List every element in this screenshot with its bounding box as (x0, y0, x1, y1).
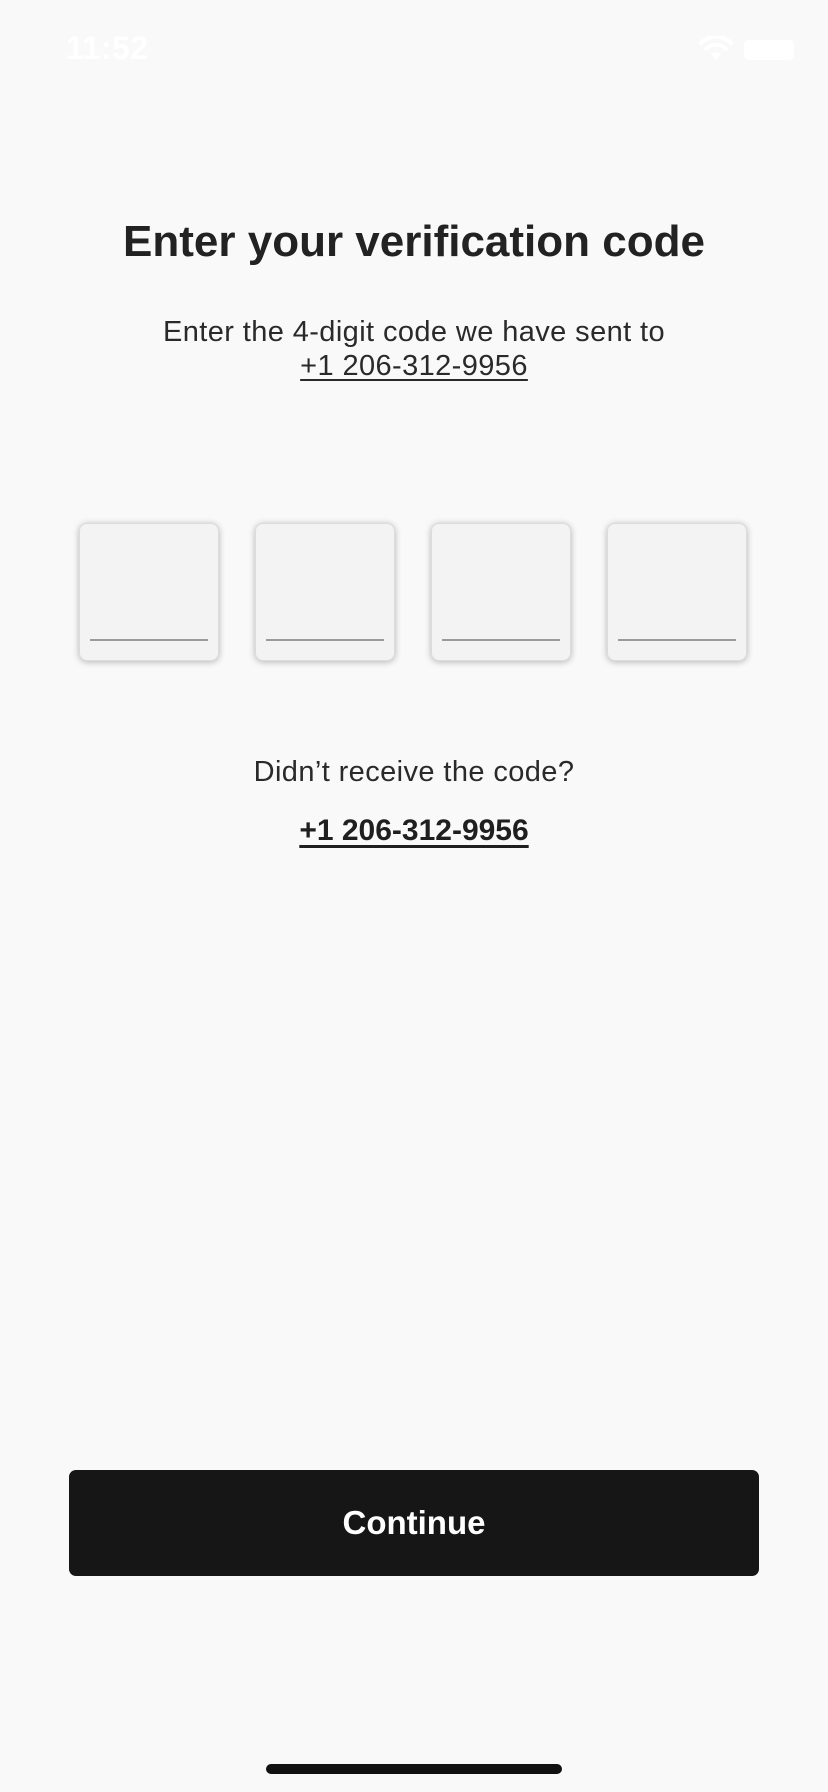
verification-code-inputs (79, 523, 749, 663)
wifi-icon (699, 36, 733, 60)
code-digit-box-2[interactable] (255, 523, 395, 661)
code-digit-input-2[interactable] (266, 544, 384, 626)
resend-code-link-wrapper: +1 206-312-9956 (0, 812, 828, 850)
home-indicator (266, 1764, 562, 1774)
code-digit-underline (442, 639, 560, 641)
code-digit-box-3[interactable] (431, 523, 571, 661)
instruction-text: Enter the 4-digit code we have sent to +… (0, 315, 828, 383)
code-digit-input-1[interactable] (90, 544, 208, 626)
code-digit-input-3[interactable] (442, 544, 560, 626)
code-digit-box-1[interactable] (79, 523, 219, 661)
continue-button[interactable]: Continue (69, 1470, 759, 1576)
status-bar: 11:52 (0, 0, 828, 100)
code-digit-underline (266, 639, 384, 641)
battery-icon (744, 40, 794, 60)
instruction-label: Enter the 4-digit code we have sent to (162, 316, 666, 348)
resend-code-link[interactable]: +1 206-312-9956 (299, 814, 528, 847)
code-digit-box-4[interactable] (607, 523, 747, 661)
code-digit-underline (90, 639, 208, 641)
code-digit-underline (618, 639, 736, 641)
resend-question: Didn’t receive the code? (253, 756, 575, 788)
phone-number-link[interactable]: +1 206-312-9956 (300, 349, 528, 383)
code-digit-input-4[interactable] (618, 544, 736, 626)
page-title: Enter your verification code (123, 217, 705, 266)
status-time: 11:52 (66, 30, 149, 66)
